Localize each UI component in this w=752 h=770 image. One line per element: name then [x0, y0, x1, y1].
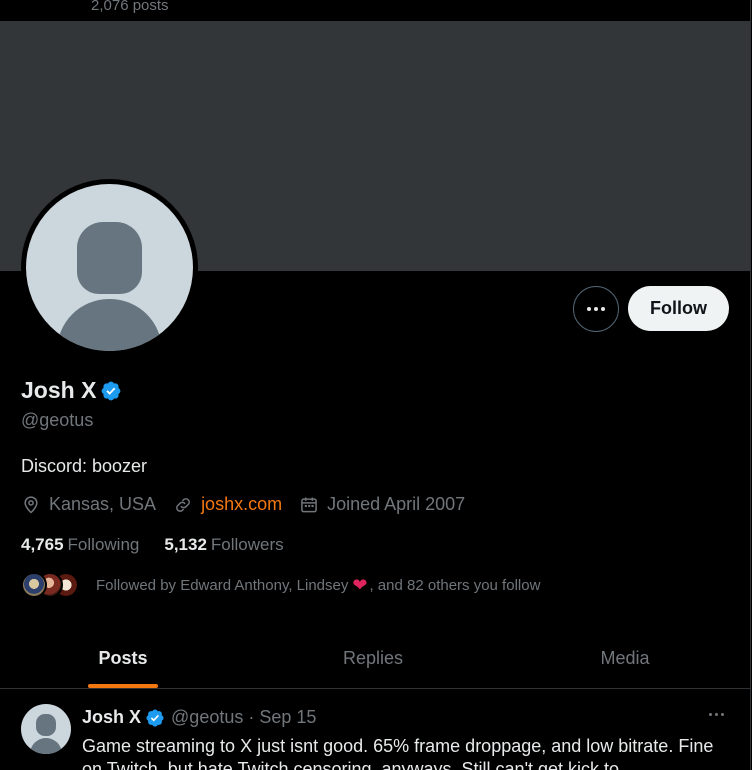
- tweet-author-name[interactable]: Josh X: [82, 707, 141, 728]
- followers-count-link[interactable]: 5,132 Followers: [164, 535, 283, 555]
- tab-media[interactable]: Media: [500, 628, 750, 688]
- followed-by-prefix: Followed by Edward Anthony, Lindsey: [96, 576, 349, 594]
- verified-badge-icon: [146, 708, 164, 727]
- follow-button[interactable]: Follow: [628, 286, 729, 331]
- profile-bio: Discord: boozer: [21, 456, 148, 476]
- verified-badge-icon[interactable]: [100, 380, 122, 402]
- profile-name: Josh X: [21, 377, 97, 403]
- tweet-text: Game streaming to X just isnt good. 65% …: [82, 736, 714, 770]
- more-options-button[interactable]: [573, 286, 619, 332]
- tweet-more-button[interactable]: [707, 705, 726, 724]
- profile-meta: Kansas, USA joshx.com Joined April 2007: [21, 494, 482, 515]
- more-icon: [587, 307, 591, 311]
- joined-text: Joined April 2007: [327, 494, 466, 514]
- followers-label: Followers: [210, 535, 284, 554]
- profile-name-row: Josh X: [21, 377, 122, 404]
- posts-count: 2,076 posts: [91, 0, 169, 14]
- top-header: 2,076 posts: [0, 0, 752, 21]
- calendar-icon: [301, 497, 317, 512]
- follower-avatars: [21, 572, 83, 598]
- profile-tabs: Posts Replies Media: [0, 628, 750, 689]
- heart-icon: ❤: [352, 574, 368, 595]
- column-divider: [750, 0, 751, 770]
- tweet[interactable]: Josh X @geotus · Sep 15 Game streaming t…: [0, 690, 750, 770]
- followers-count: 5,132: [164, 535, 207, 554]
- link-icon: [176, 497, 190, 512]
- website-item[interactable]: joshx.com: [173, 494, 282, 515]
- followed-by-suffix: , and 82 others you follow: [369, 576, 541, 594]
- tweet-header: Josh X @geotus · Sep 15: [82, 707, 316, 728]
- more-icon: [709, 713, 712, 716]
- followed-by-row[interactable]: Followed by Edward Anthony, Lindsey ❤ , …: [21, 572, 540, 598]
- profile-handle: @geotus: [21, 410, 94, 430]
- following-count-link[interactable]: 4,765 Following: [21, 535, 139, 555]
- following-count: 4,765: [21, 535, 64, 554]
- follow-counts: 4,765 Following 5,132 Followers: [21, 535, 309, 555]
- profile-avatar[interactable]: [21, 179, 198, 356]
- following-label: Following: [67, 535, 140, 554]
- avatar: [21, 572, 47, 598]
- location-text: Kansas, USA: [49, 494, 157, 514]
- tweet-handle-time[interactable]: @geotus · Sep 15: [171, 707, 316, 728]
- location-item: Kansas, USA: [21, 494, 156, 515]
- tweet-avatar[interactable]: [21, 704, 71, 754]
- website-link[interactable]: joshx.com: [201, 494, 282, 515]
- location-pin-icon: [24, 495, 38, 514]
- tab-replies[interactable]: Replies: [246, 628, 500, 688]
- joined-item: Joined April 2007: [299, 494, 465, 515]
- tab-posts[interactable]: Posts: [0, 628, 246, 688]
- followed-by-text: Followed by Edward Anthony, Lindsey ❤ , …: [96, 575, 540, 596]
